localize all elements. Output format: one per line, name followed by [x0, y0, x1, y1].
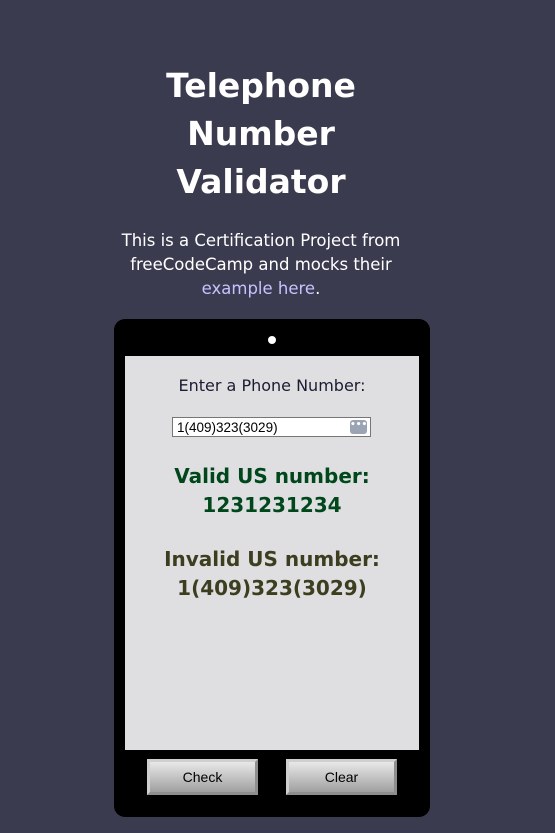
page-title-line: Number [187, 114, 335, 153]
autofill-dots-icon[interactable]: ••• [350, 420, 367, 434]
result-number: 1(409)323(3029) [177, 576, 367, 600]
phone-number-input[interactable] [173, 418, 349, 436]
result-label: Valid US number: [174, 464, 370, 488]
result-label: Invalid US number: [164, 547, 380, 571]
check-button[interactable]: Check [147, 759, 258, 795]
phone-input-box[interactable]: ••• [172, 417, 371, 437]
intro-line-1: This is a Certification Project from [121, 231, 401, 250]
clear-button[interactable]: Clear [286, 759, 397, 795]
page-title-line: Validator [176, 162, 346, 201]
result-invalid: Invalid US number: 1(409)323(3029) [125, 545, 419, 603]
input-label: Enter a Phone Number: [178, 376, 366, 395]
phone-screen: Enter a Phone Number: ••• Valid US numbe… [125, 356, 419, 750]
intro-line-3: example here. [0, 277, 522, 301]
page-title: Telephone Number Validator [0, 62, 522, 206]
result-number: 1231231234 [202, 493, 342, 517]
result-valid: Valid US number: 1231231234 [125, 462, 419, 520]
intro-line-2: freeCodeCamp and mocks their [130, 255, 392, 274]
intro-period: . [315, 279, 321, 298]
example-link[interactable]: example here [202, 279, 315, 298]
page-title-line: Telephone [166, 66, 356, 105]
intro-text: This is a Certification Project from fre… [0, 229, 522, 301]
phone-frame: Enter a Phone Number: ••• Valid US numbe… [114, 319, 430, 817]
camera-dot-icon [268, 336, 276, 344]
